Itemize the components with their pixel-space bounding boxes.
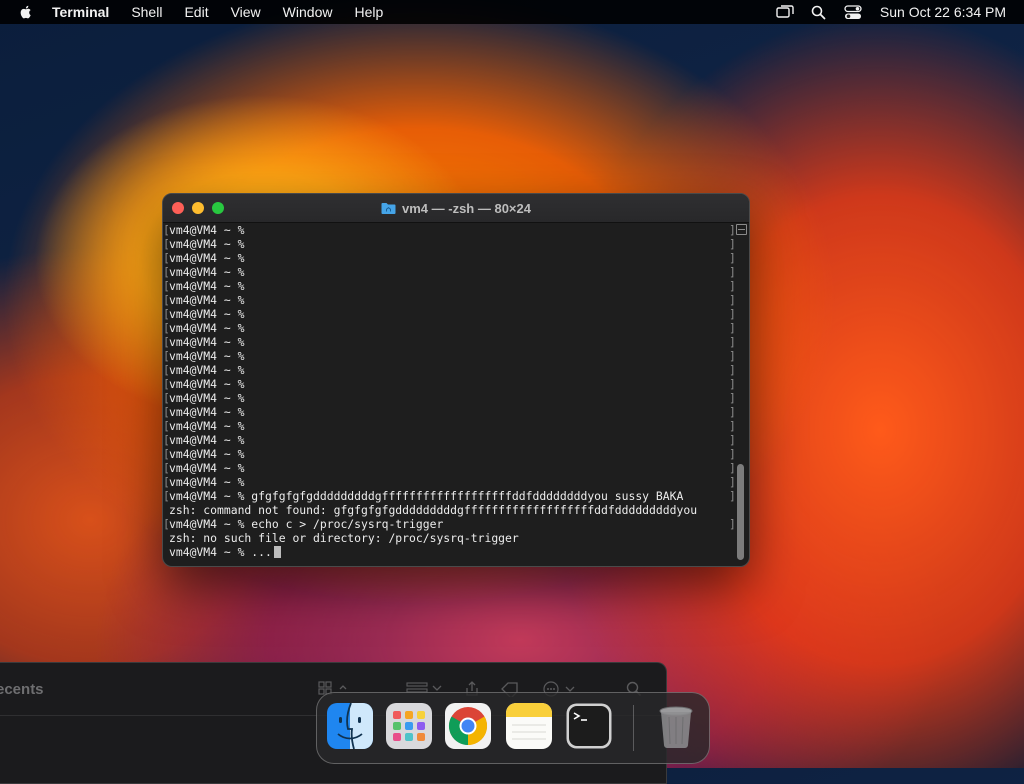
terminal-line: vm4@VM4 ~ % ... — [163, 545, 735, 559]
terminal-line-text: vm4@VM4 ~ % — [169, 363, 245, 377]
terminal-line: [] vm4@VM4 ~ % — [163, 419, 736, 433]
terminal-line: [] vm4@VM4 ~ % — [163, 433, 736, 447]
terminal-line-text: vm4@VM4 ~ % — [169, 265, 245, 279]
terminal-line: [] vm4@VM4 ~ % — [163, 475, 736, 489]
terminal-line-text: vm4@VM4 ~ % — [169, 405, 245, 419]
terminal-line-text: zsh: command not found: gfgfgfgfgddddddd… — [169, 503, 698, 517]
terminal-line: [] vm4@VM4 ~ % — [163, 335, 736, 349]
menu-bar: Terminal Shell Edit View Window Help Sun… — [0, 0, 1024, 24]
spotlight-search-icon[interactable] — [810, 4, 828, 20]
terminal-line-text: vm4@VM4 ~ % — [169, 447, 245, 461]
terminal-line: [] vm4@VM4 ~ % — [163, 279, 736, 293]
terminal-line: [] vm4@VM4 ~ % — [163, 237, 736, 251]
terminal-line: [] vm4@VM4 ~ % — [163, 349, 736, 363]
menu-edit[interactable]: Edit — [184, 0, 208, 24]
background-window-title: ecents — [0, 681, 44, 698]
finder-icon[interactable] — [327, 702, 373, 750]
terminal-line-text: vm4@VM4 ~ % — [169, 293, 245, 307]
screen-mirroring-icon[interactable] — [776, 4, 794, 20]
terminal-line-text: vm4@VM4 ~ % echo c > /proc/sysrq-trigger — [169, 517, 444, 531]
terminal-line: [] vm4@VM4 ~ % — [163, 223, 736, 237]
menu-shell[interactable]: Shell — [131, 0, 162, 24]
chrome-icon[interactable] — [445, 703, 491, 749]
launchpad-icon[interactable] — [386, 703, 432, 749]
terminal-line-text: vm4@VM4 ~ % gfgfgfgfgdddddddddgfffffffff… — [169, 489, 684, 503]
notes-icon[interactable] — [506, 703, 552, 749]
terminal-line: [] vm4@VM4 ~ % — [163, 447, 736, 461]
terminal-line: [] vm4@VM4 ~ % — [163, 265, 736, 279]
terminal-line: [] vm4@VM4 ~ % — [163, 377, 736, 391]
scrollbar-thumb[interactable] — [737, 464, 744, 560]
dock-separator — [633, 705, 634, 751]
terminal-line-text: vm4@VM4 ~ % — [169, 307, 245, 321]
terminal-output[interactable]: [] vm4@VM4 ~ %[] vm4@VM4 ~ %[] vm4@VM4 ~ %[… — [163, 223, 736, 566]
terminal-line-text: vm4@VM4 ~ % — [169, 237, 245, 251]
terminal-line: [] vm4@VM4 ~ % — [163, 307, 736, 321]
scroll-marker-icon[interactable] — [736, 224, 747, 235]
menu-help[interactable]: Help — [354, 0, 383, 24]
terminal-line-text: vm4@VM4 ~ % — [169, 475, 245, 489]
terminal-line: [] vm4@VM4 ~ % — [163, 293, 736, 307]
terminal-line-text: vm4@VM4 ~ % — [169, 419, 245, 433]
terminal-scrollbar[interactable] — [734, 222, 748, 565]
terminal-line-text: zsh: no such file or directory: /proc/sy… — [169, 531, 519, 545]
terminal-cursor — [274, 546, 281, 558]
home-folder-icon — [381, 202, 396, 214]
terminal-line-text: vm4@VM4 ~ % — [169, 349, 245, 363]
terminal-line-text: vm4@VM4 ~ % — [169, 391, 245, 405]
terminal-line-text: vm4@VM4 ~ % — [169, 279, 245, 293]
terminal-line: [] vm4@VM4 ~ % gfgfgfgfgdddddddddgfffffff… — [163, 489, 736, 503]
terminal-line: [] vm4@VM4 ~ % — [163, 363, 736, 377]
terminal-line: [] vm4@VM4 ~ % — [163, 461, 736, 475]
apple-icon[interactable] — [18, 4, 34, 20]
terminal-app-icon[interactable] — [566, 703, 612, 749]
terminal-line-text: vm4@VM4 ~ % — [169, 461, 245, 475]
terminal-line: zsh: command not found: gfgfgfgfgddddddd… — [163, 503, 735, 517]
terminal-line: [] vm4@VM4 ~ % echo c > /proc/sysrq-trigg… — [163, 517, 736, 531]
menu-bar-extras: Sun Oct 22 6:34 PM — [760, 0, 1006, 24]
terminal-line: [] vm4@VM4 ~ % — [163, 251, 736, 265]
control-center-icon[interactable] — [844, 4, 862, 20]
trash-icon[interactable] — [653, 703, 699, 749]
terminal-line-text: vm4@VM4 ~ % — [169, 433, 245, 447]
terminal-line: zsh: no such file or directory: /proc/sy… — [163, 531, 735, 545]
menu-app-name[interactable]: Terminal — [52, 0, 109, 24]
terminal-title: vm4 — -zsh — 80×24 — [163, 194, 749, 222]
terminal-window[interactable]: vm4 — -zsh — 80×24 [] vm4@VM4 ~ %[] vm4@VM… — [162, 193, 750, 567]
terminal-line-text: vm4@VM4 ~ % ... — [169, 545, 272, 559]
terminal-title-bar[interactable]: vm4 — -zsh — 80×24 — [163, 194, 749, 223]
terminal-line-text: vm4@VM4 ~ % — [169, 377, 245, 391]
terminal-line-text: vm4@VM4 ~ % — [169, 223, 245, 237]
dock — [316, 692, 710, 764]
menu-view[interactable]: View — [231, 0, 261, 24]
terminal-line-text: vm4@VM4 ~ % — [169, 335, 245, 349]
terminal-line: [] vm4@VM4 ~ % — [163, 321, 736, 335]
terminal-line-text: vm4@VM4 ~ % — [169, 251, 245, 265]
terminal-line: [] vm4@VM4 ~ % — [163, 391, 736, 405]
terminal-line-text: vm4@VM4 ~ % — [169, 321, 245, 335]
terminal-title-text: vm4 — -zsh — 80×24 — [402, 200, 531, 216]
menu-bar-clock[interactable]: Sun Oct 22 6:34 PM — [880, 4, 1006, 20]
menu-window[interactable]: Window — [283, 0, 333, 24]
terminal-line: [] vm4@VM4 ~ % — [163, 405, 736, 419]
